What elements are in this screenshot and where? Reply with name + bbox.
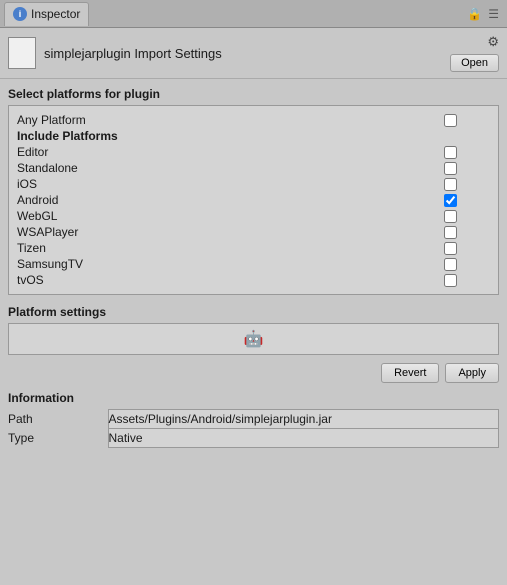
platform-row-tvos: tvOS bbox=[17, 272, 490, 288]
information-table: Path Assets/Plugins/Android/simplejarplu… bbox=[8, 409, 499, 448]
checkbox-wsaplayer[interactable] bbox=[444, 226, 457, 239]
type-label: Type bbox=[8, 429, 108, 448]
type-value: Native bbox=[108, 429, 499, 448]
header-title: simplejarplugin Import Settings bbox=[44, 46, 442, 61]
checkbox-ios[interactable] bbox=[444, 178, 457, 191]
platform-label-samsungtv: SamsungTV bbox=[17, 257, 83, 271]
platform-row-android: Android bbox=[17, 192, 490, 208]
platforms-box: Any Platform Include Platforms Editor St… bbox=[8, 105, 499, 295]
checkbox-tizen[interactable] bbox=[444, 242, 457, 255]
checkbox-area-any bbox=[410, 114, 490, 127]
platform-row-tizen: Tizen bbox=[17, 240, 490, 256]
checkbox-samsungtv[interactable] bbox=[444, 258, 457, 271]
menu-icon[interactable]: ☰ bbox=[488, 7, 499, 21]
path-label: Path bbox=[8, 410, 108, 429]
platform-label-ios: iOS bbox=[17, 177, 37, 191]
header: simplejarplugin Import Settings ⚙ Open bbox=[0, 28, 507, 79]
tab-icon: i bbox=[13, 7, 27, 21]
table-row: Path Assets/Plugins/Android/simplejarplu… bbox=[8, 410, 499, 429]
table-row: Type Native bbox=[8, 429, 499, 448]
information-section: Information Path Assets/Plugins/Android/… bbox=[8, 391, 499, 448]
platform-label-tvos: tvOS bbox=[17, 273, 44, 287]
apply-button[interactable]: Apply bbox=[445, 363, 499, 383]
platform-label-any: Any Platform bbox=[17, 113, 86, 127]
include-platforms-heading: Include Platforms bbox=[17, 128, 490, 144]
checkbox-webgl[interactable] bbox=[444, 210, 457, 223]
platform-settings-content: 🤖 bbox=[8, 323, 499, 355]
checkbox-editor[interactable] bbox=[444, 146, 457, 159]
checkbox-standalone[interactable] bbox=[444, 162, 457, 175]
platform-settings-title: Platform settings bbox=[8, 305, 499, 319]
checkbox-any[interactable] bbox=[444, 114, 457, 127]
platform-label-tizen: Tizen bbox=[17, 241, 46, 255]
inspector-tab[interactable]: i Inspector bbox=[4, 2, 89, 26]
buttons-row: Revert Apply bbox=[8, 363, 499, 383]
main-content: Select platforms for plugin Any Platform… bbox=[0, 79, 507, 456]
platform-row-editor: Editor bbox=[17, 144, 490, 160]
platform-row-ios: iOS bbox=[17, 176, 490, 192]
header-right: ⚙ Open bbox=[450, 34, 499, 72]
platform-row-any: Any Platform bbox=[17, 112, 490, 128]
platform-label-wsaplayer: WSAPlayer bbox=[17, 225, 78, 239]
open-button[interactable]: Open bbox=[450, 54, 499, 72]
platform-settings-section: Platform settings 🤖 bbox=[8, 305, 499, 355]
platforms-section-title: Select platforms for plugin bbox=[8, 87, 499, 101]
tab-label: Inspector bbox=[31, 7, 80, 21]
checkbox-android[interactable] bbox=[444, 194, 457, 207]
platform-row-samsungtv: SamsungTV bbox=[17, 256, 490, 272]
include-platforms-label: Include Platforms bbox=[17, 129, 118, 143]
checkbox-tvos[interactable] bbox=[444, 274, 457, 287]
platform-row-standalone: Standalone bbox=[17, 160, 490, 176]
file-icon bbox=[8, 37, 36, 69]
platform-label-android: Android bbox=[17, 193, 58, 207]
platform-row-wsaplayer: WSAPlayer bbox=[17, 224, 490, 240]
platform-label-standalone: Standalone bbox=[17, 161, 78, 175]
platform-label-editor: Editor bbox=[17, 145, 48, 159]
android-robot-icon: 🤖 bbox=[244, 329, 264, 349]
lock-icon[interactable]: 🔒 bbox=[467, 7, 482, 21]
gear-button[interactable]: ⚙ bbox=[487, 34, 499, 50]
path-value: Assets/Plugins/Android/simplejarplugin.j… bbox=[108, 410, 499, 429]
tab-bar: i Inspector 🔒 ☰ bbox=[0, 0, 507, 28]
platform-label-webgl: WebGL bbox=[17, 209, 57, 223]
platform-row-webgl: WebGL bbox=[17, 208, 490, 224]
revert-button[interactable]: Revert bbox=[381, 363, 439, 383]
information-title: Information bbox=[8, 391, 499, 405]
